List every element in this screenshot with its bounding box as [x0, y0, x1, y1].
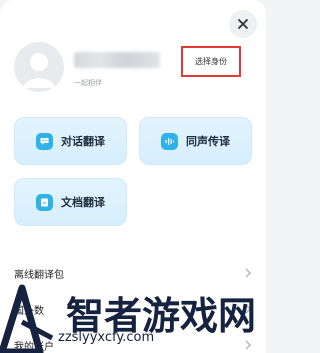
simultaneous-interpretation-card[interactable]: 同声传译 [139, 117, 252, 165]
select-identity-button[interactable]: 选择身份 [181, 46, 241, 77]
avatar[interactable] [14, 42, 64, 92]
close-icon [238, 19, 248, 29]
user-name-blurred [74, 52, 160, 68]
conversation-translate-label: 对话翻译 [61, 135, 105, 148]
profile-subtitle: 一起相伴 [74, 79, 102, 87]
chevron-right-icon [245, 268, 252, 278]
menu-item-offline-pack[interactable]: 离线翻译包 [14, 262, 252, 284]
select-identity-label: 选择身份 [195, 57, 227, 66]
simultaneous-interpretation-label: 同声传译 [186, 135, 230, 148]
document-translate-card[interactable]: 文档翻译 [14, 178, 127, 226]
document-translate-label: 文档翻译 [61, 196, 105, 209]
watermark-url: zzslyyxcfy.com [58, 330, 155, 345]
conversation-translate-card[interactable]: 对话翻译 [14, 117, 127, 165]
close-button[interactable] [229, 10, 257, 38]
chat-bubble-icon [36, 132, 53, 150]
user-placeholder-icon [23, 53, 55, 88]
document-icon [36, 193, 53, 211]
menu-item-label: 离线翻译包 [14, 269, 64, 281]
sound-wave-icon [161, 132, 178, 150]
